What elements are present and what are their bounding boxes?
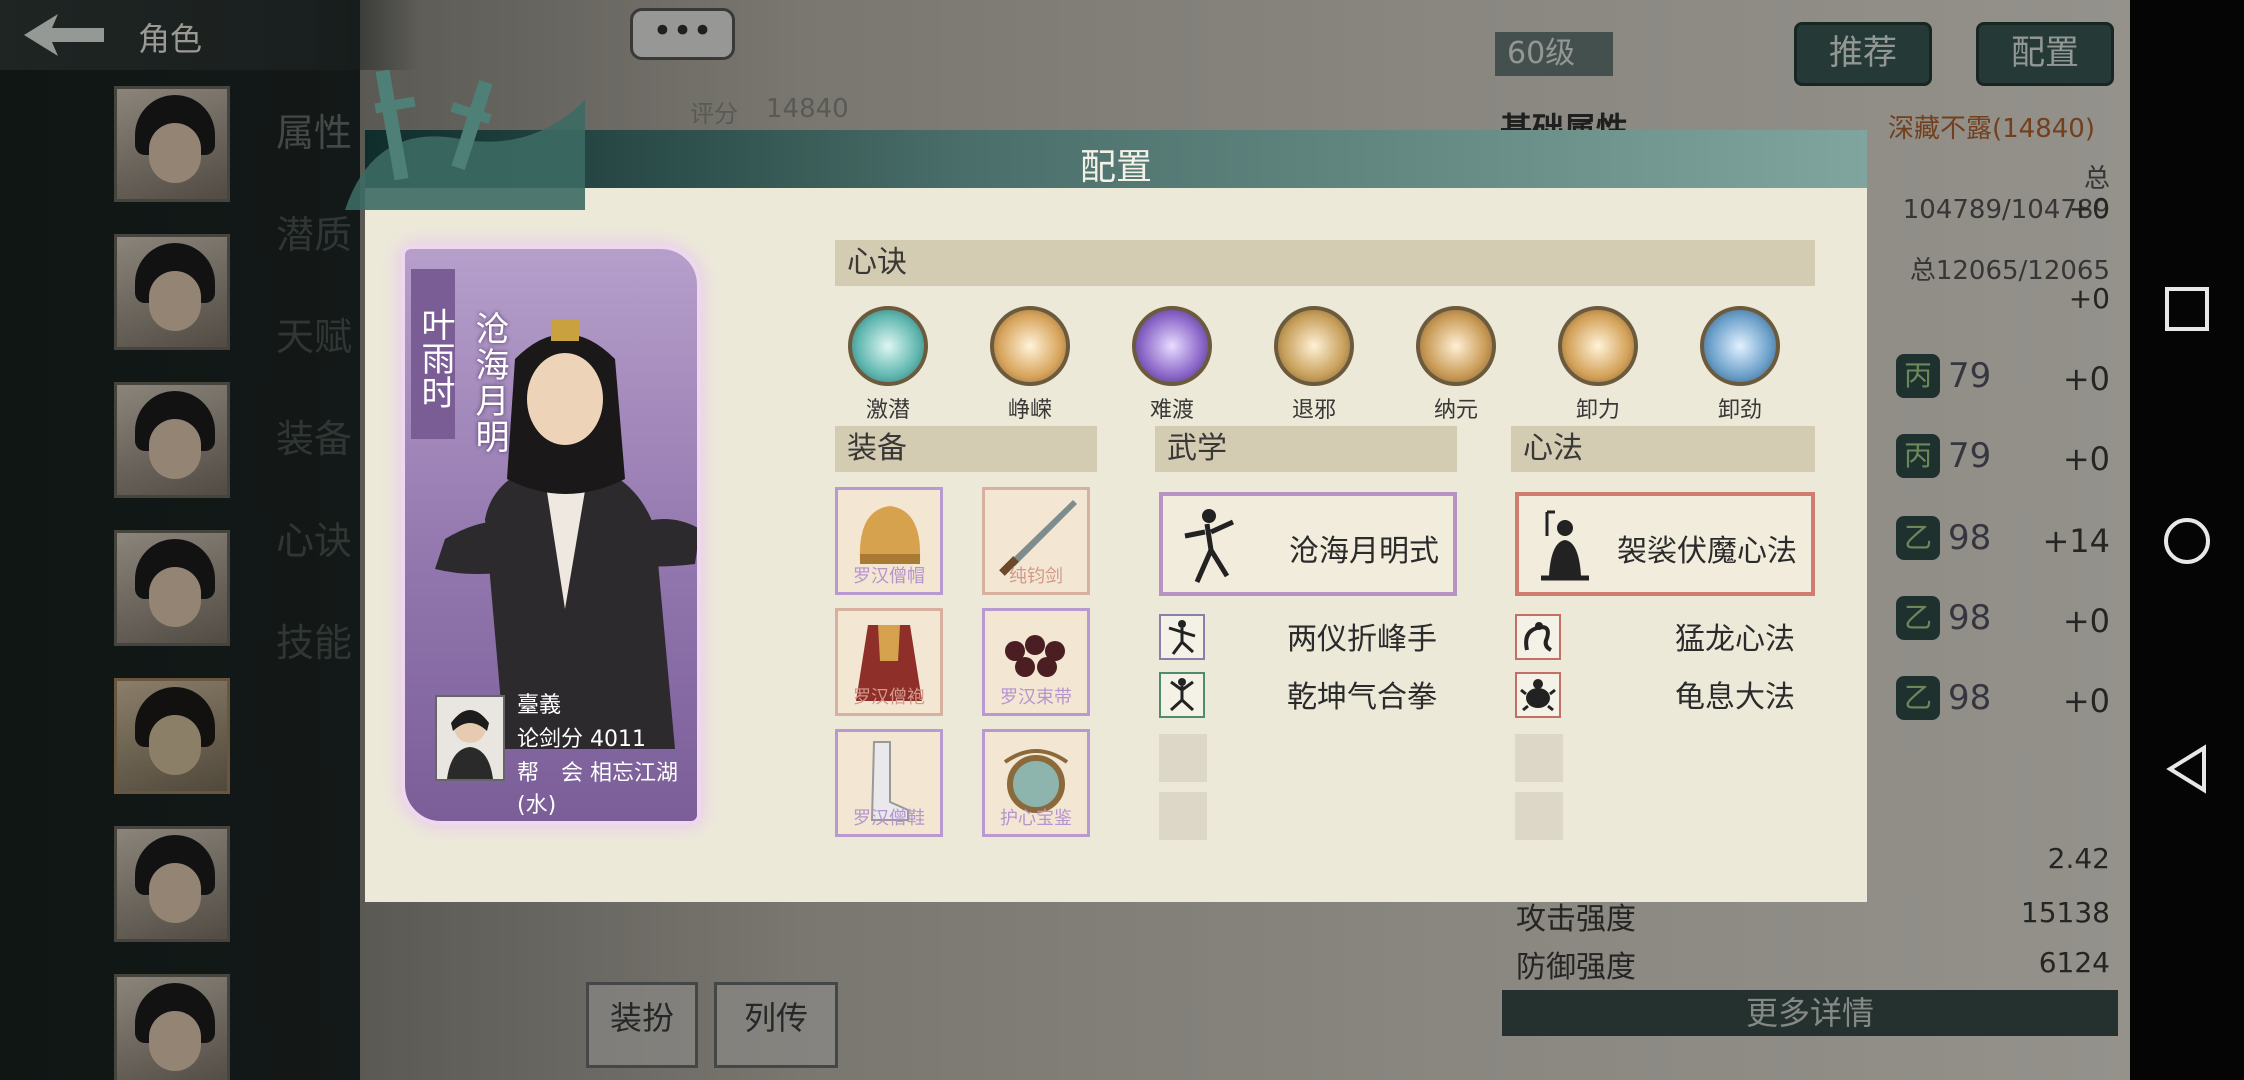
home-icon[interactable] [2130,496,2244,586]
pvp-score-label: 论剑分 [517,727,584,752]
equip-label: 护心宝鉴 [1000,808,1072,829]
xinjue-orb-icon [848,306,928,386]
xinjue-orb-icon [990,306,1070,386]
xinjue-orb-icon [1700,306,1780,386]
config-dialog: 配置 叶雨时 沧海月明 臺義 论剑分 4011 帮 会 相忘江湖(水) 心诀 激… [345,69,1867,902]
turtle-icon [1520,679,1556,712]
xinjue-label: 峥嵘 [1007,398,1052,423]
heart-skill-icon-2[interactable] [1515,672,1561,718]
xinjue-orb-icon [1132,306,1212,386]
martial-skill-icon-1[interactable] [1159,614,1205,660]
xinjue-label: 卸劲 [1717,398,1762,423]
xinjue-item-7[interactable]: 卸劲 [1690,306,1790,424]
martial-main-label: 沧海月明式 [1289,534,1439,569]
martial-skill-2[interactable]: 乾坤气合拳 [1287,672,1437,716]
heart-empty-slot-2[interactable] [1515,792,1563,840]
xinjue-item-3[interactable]: 难渡 [1122,306,1222,424]
equip-label: 罗汉僧袍 [853,687,925,708]
back-nav-icon[interactable] [2130,724,2244,814]
martial-empty-slot-2[interactable] [1159,792,1207,840]
heart-skill-icon-1[interactable] [1515,614,1561,660]
equip-label: 罗汉僧鞋 [853,808,925,829]
heart-skill-1[interactable]: 猛龙心法 [1675,614,1795,658]
xinjue-orb-icon [1416,306,1496,386]
heart-empty-slot-1[interactable] [1515,734,1563,782]
heart-skill-2[interactable]: 龟息大法 [1675,672,1795,716]
xinjue-orb-icon [1274,306,1354,386]
player-avatar[interactable] [435,695,505,781]
martial-empty-slot-1[interactable] [1159,734,1207,782]
pvp-score-value: 4011 [590,727,647,752]
equipment-heading: 装备 [835,426,1097,472]
character-style-title: 沧海月明 [469,311,509,455]
xinjue-item-2[interactable]: 峥嵘 [980,306,1080,424]
pvp-score-line: 论剑分 4011 [517,721,646,753]
heart-method-main-label: 袈裟伏魔心法 [1617,534,1797,569]
dragon-icon [1524,622,1552,652]
xinjue-label: 难渡 [1149,398,1194,423]
character-card: 叶雨时 沧海月明 臺義 论剑分 4011 帮 会 相忘江湖(水) [401,245,701,825]
xinjue-item-1[interactable]: 激潜 [838,306,938,424]
xinjue-item-4[interactable]: 退邪 [1264,306,1364,424]
guild-line: 帮 会 相忘江湖(水) [517,755,697,819]
xinjue-label: 纳元 [1433,398,1478,423]
xinjue-heading: 心诀 [835,240,1815,286]
player-name: 臺義 [517,693,562,718]
martial-pose-icon [1184,509,1235,584]
xinjue-label: 卸力 [1575,398,1620,423]
equip-mirror[interactable]: 护心宝鉴 [982,729,1090,837]
equip-belt[interactable]: 罗汉束带 [982,608,1090,716]
meditating-monk-icon [1541,510,1589,581]
martial-skill-1[interactable]: 两仪折峰手 [1287,614,1437,658]
martial-heading: 武学 [1155,426,1457,472]
xinjue-item-5[interactable]: 纳元 [1406,306,1506,424]
equip-label: 纯钧剑 [1009,566,1063,587]
equip-label: 罗汉僧帽 [853,566,925,587]
heart-method-main[interactable]: 袈裟伏魔心法 [1515,492,1815,596]
xinjue-label: 激潜 [865,398,910,423]
character-name: 叶雨时 [411,269,455,439]
martial-main-skill[interactable]: 沧海月明式 [1159,492,1457,596]
equip-hat[interactable]: 罗汉僧帽 [835,487,943,595]
heart-method-heading: 心法 [1511,426,1815,472]
equip-sword[interactable]: 纯钧剑 [982,487,1090,595]
character-illustration [435,319,697,749]
recent-apps-icon[interactable] [2130,264,2244,354]
martial-skill-icon-2[interactable] [1159,672,1205,718]
xinjue-item-6[interactable]: 卸力 [1548,306,1648,424]
xinjue-orb-icon [1558,306,1638,386]
guild-label: 帮 会 [517,761,584,786]
equip-label: 罗汉束带 [1000,687,1072,708]
fighter-icon [1169,678,1195,712]
equip-shoes[interactable]: 罗汉僧鞋 [835,729,943,837]
fighter-icon [1168,620,1196,655]
xinjue-label: 退邪 [1291,398,1336,423]
sword-ornament-icon [345,69,585,210]
equip-robe[interactable]: 罗汉僧袍 [835,608,943,716]
